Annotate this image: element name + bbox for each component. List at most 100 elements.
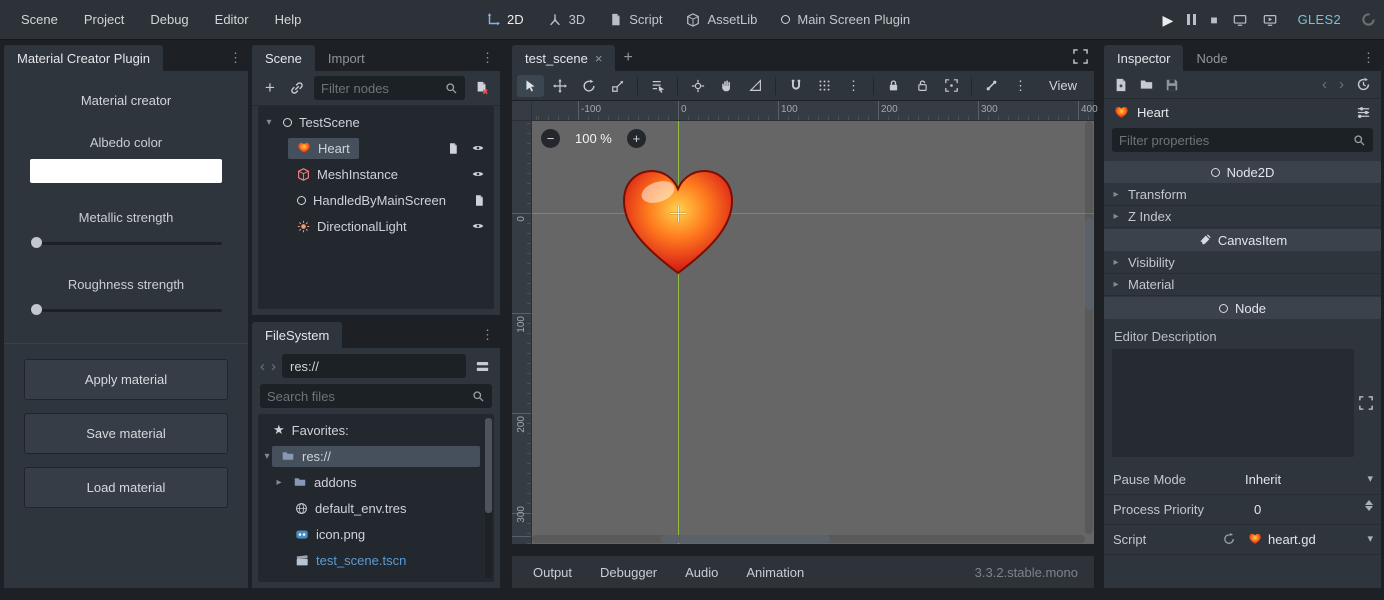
- workspace-script-button[interactable]: Script: [609, 12, 662, 27]
- workspace-3d-button[interactable]: 3D: [548, 12, 586, 27]
- file-addons[interactable]: ▸ addons: [258, 469, 494, 495]
- scene-tab-test-scene[interactable]: test_scene ×: [512, 45, 615, 71]
- skeleton-button[interactable]: [978, 75, 1005, 97]
- scene-node-directionallight[interactable]: DirectionalLight: [258, 213, 494, 239]
- scrollbar-thumb[interactable]: [660, 535, 830, 543]
- slider-knob[interactable]: [31, 304, 42, 315]
- unlock-object-button[interactable]: [909, 75, 936, 97]
- update-spinner-icon[interactable]: [1361, 12, 1376, 27]
- dock-options-icon[interactable]: ⋮: [229, 50, 242, 66]
- stop-button[interactable]: ■: [1210, 14, 1217, 26]
- slider-knob[interactable]: [31, 237, 42, 248]
- load-resource-button[interactable]: [1139, 78, 1154, 91]
- rotate-tool-button[interactable]: [575, 75, 602, 97]
- file-res-root[interactable]: ▾ res://: [258, 443, 494, 469]
- group-transform[interactable]: ▸ Transform: [1104, 184, 1381, 206]
- output-button[interactable]: Output: [520, 560, 585, 585]
- dock-options-icon[interactable]: ⋮: [481, 327, 494, 343]
- scale-tool-button[interactable]: [604, 75, 631, 97]
- tab-scene[interactable]: Scene: [252, 45, 315, 71]
- distraction-free-icon[interactable]: [1073, 49, 1088, 64]
- pan-tool-button[interactable]: [713, 75, 740, 97]
- file-icon-png[interactable]: icon.png: [258, 521, 494, 547]
- horizontal-ruler[interactable]: -100 0 100 200 300 400: [532, 101, 1094, 121]
- save-resource-button[interactable]: [1165, 78, 1179, 92]
- scene-node-meshinstance[interactable]: MeshInstance: [258, 161, 494, 187]
- new-resource-button[interactable]: [1114, 78, 1128, 92]
- roughness-strength-slider[interactable]: [30, 303, 222, 317]
- script-attached-icon[interactable]: [473, 194, 485, 207]
- load-material-button[interactable]: Load material: [24, 467, 228, 508]
- reload-script-icon[interactable]: [1222, 532, 1236, 546]
- file-default-env[interactable]: default_env.tres: [258, 495, 494, 521]
- play-button[interactable]: ▶: [1163, 13, 1174, 27]
- script-attached-icon[interactable]: [447, 142, 459, 155]
- workspace-assetlib-button[interactable]: AssetLib: [686, 12, 757, 27]
- visibility-eye-icon[interactable]: [471, 142, 485, 154]
- tab-material-creator-plugin[interactable]: Material Creator Plugin: [4, 45, 163, 71]
- menu-debug[interactable]: Debug: [137, 12, 201, 27]
- audio-button[interactable]: Audio: [672, 560, 731, 585]
- editor-description-field[interactable]: [1112, 349, 1354, 457]
- menu-help[interactable]: Help: [262, 12, 315, 27]
- split-mode-toggle-icon[interactable]: [472, 356, 492, 376]
- script-value-dropdown[interactable]: heart.gd: [1268, 532, 1316, 547]
- save-material-button[interactable]: Save material: [24, 413, 228, 454]
- history-back-button[interactable]: ‹: [260, 359, 265, 374]
- collapse-arrow-icon[interactable]: ▾: [262, 451, 272, 462]
- visibility-eye-icon[interactable]: [471, 220, 485, 232]
- view-menu-button[interactable]: View: [1037, 78, 1089, 93]
- attach-script-button[interactable]: [472, 78, 492, 98]
- pivot-tool-button[interactable]: [684, 75, 711, 97]
- debugger-button[interactable]: Debugger: [587, 560, 670, 585]
- scene-node-handledbymainscreen[interactable]: HandledByMainScreen: [258, 187, 494, 213]
- filter-nodes-input[interactable]: [321, 81, 445, 96]
- menu-editor[interactable]: Editor: [202, 12, 262, 27]
- workspace-2d-button[interactable]: 2D: [486, 12, 524, 27]
- new-scene-tab-button[interactable]: +: [615, 45, 640, 71]
- vertical-ruler[interactable]: 0 100 200 300: [512, 121, 532, 544]
- menu-project[interactable]: Project: [71, 12, 137, 27]
- tab-import[interactable]: Import: [315, 45, 378, 71]
- video-driver-button[interactable]: GLES2: [1292, 12, 1347, 27]
- pause-mode-dropdown[interactable]: Inherit: [1245, 472, 1281, 487]
- play-custom-scene-button[interactable]: [1262, 13, 1278, 27]
- history-forward-button[interactable]: ›: [1339, 77, 1344, 92]
- tab-inspector[interactable]: Inspector: [1104, 45, 1183, 71]
- history-forward-button[interactable]: ›: [271, 359, 276, 374]
- history-back-button[interactable]: ‹: [1322, 77, 1327, 92]
- smart-snap-button[interactable]: [782, 75, 809, 97]
- search-files-input[interactable]: [267, 389, 472, 404]
- pause-button[interactable]: [1187, 14, 1196, 25]
- animation-button[interactable]: Animation: [733, 560, 817, 585]
- move-tool-button[interactable]: [546, 75, 573, 97]
- dock-options-icon[interactable]: ⋮: [481, 50, 494, 66]
- tab-filesystem[interactable]: FileSystem: [252, 322, 342, 348]
- filter-properties-input[interactable]: [1119, 133, 1353, 148]
- filesystem-scrollbar[interactable]: [485, 418, 492, 578]
- zoom-in-button[interactable]: +: [627, 129, 646, 148]
- select-tool-button[interactable]: [517, 75, 544, 97]
- menu-scene[interactable]: Scene: [8, 12, 71, 27]
- expand-description-icon[interactable]: [1359, 396, 1373, 410]
- group-z-index[interactable]: ▸ Z Index: [1104, 206, 1381, 228]
- instance-scene-button[interactable]: [287, 78, 307, 98]
- scene-node-testscene[interactable]: ▾ TestScene: [258, 109, 494, 135]
- vertical-scrollbar[interactable]: [1085, 121, 1093, 534]
- zoom-level[interactable]: 100 %: [575, 131, 612, 146]
- workspace-main-screen-plugin-button[interactable]: Main Screen Plugin: [781, 12, 910, 27]
- grid-snap-button[interactable]: [811, 75, 838, 97]
- current-path-input[interactable]: [282, 354, 466, 378]
- snap-options-icon[interactable]: ⋮: [840, 75, 867, 97]
- 2d-canvas[interactable]: − 100 % +: [532, 121, 1094, 544]
- scene-node-heart[interactable]: Heart: [258, 135, 494, 161]
- favorites-row[interactable]: ★ Favorites:: [258, 417, 494, 443]
- add-node-button[interactable]: +: [260, 78, 280, 98]
- zoom-out-button[interactable]: −: [541, 129, 560, 148]
- dock-options-icon[interactable]: ⋮: [1362, 50, 1375, 66]
- visibility-eye-icon[interactable]: [471, 168, 485, 180]
- list-select-tool-button[interactable]: [644, 75, 671, 97]
- metallic-strength-slider[interactable]: [30, 236, 222, 250]
- process-priority-field[interactable]: 0: [1254, 502, 1261, 517]
- close-tab-icon[interactable]: ×: [595, 51, 603, 66]
